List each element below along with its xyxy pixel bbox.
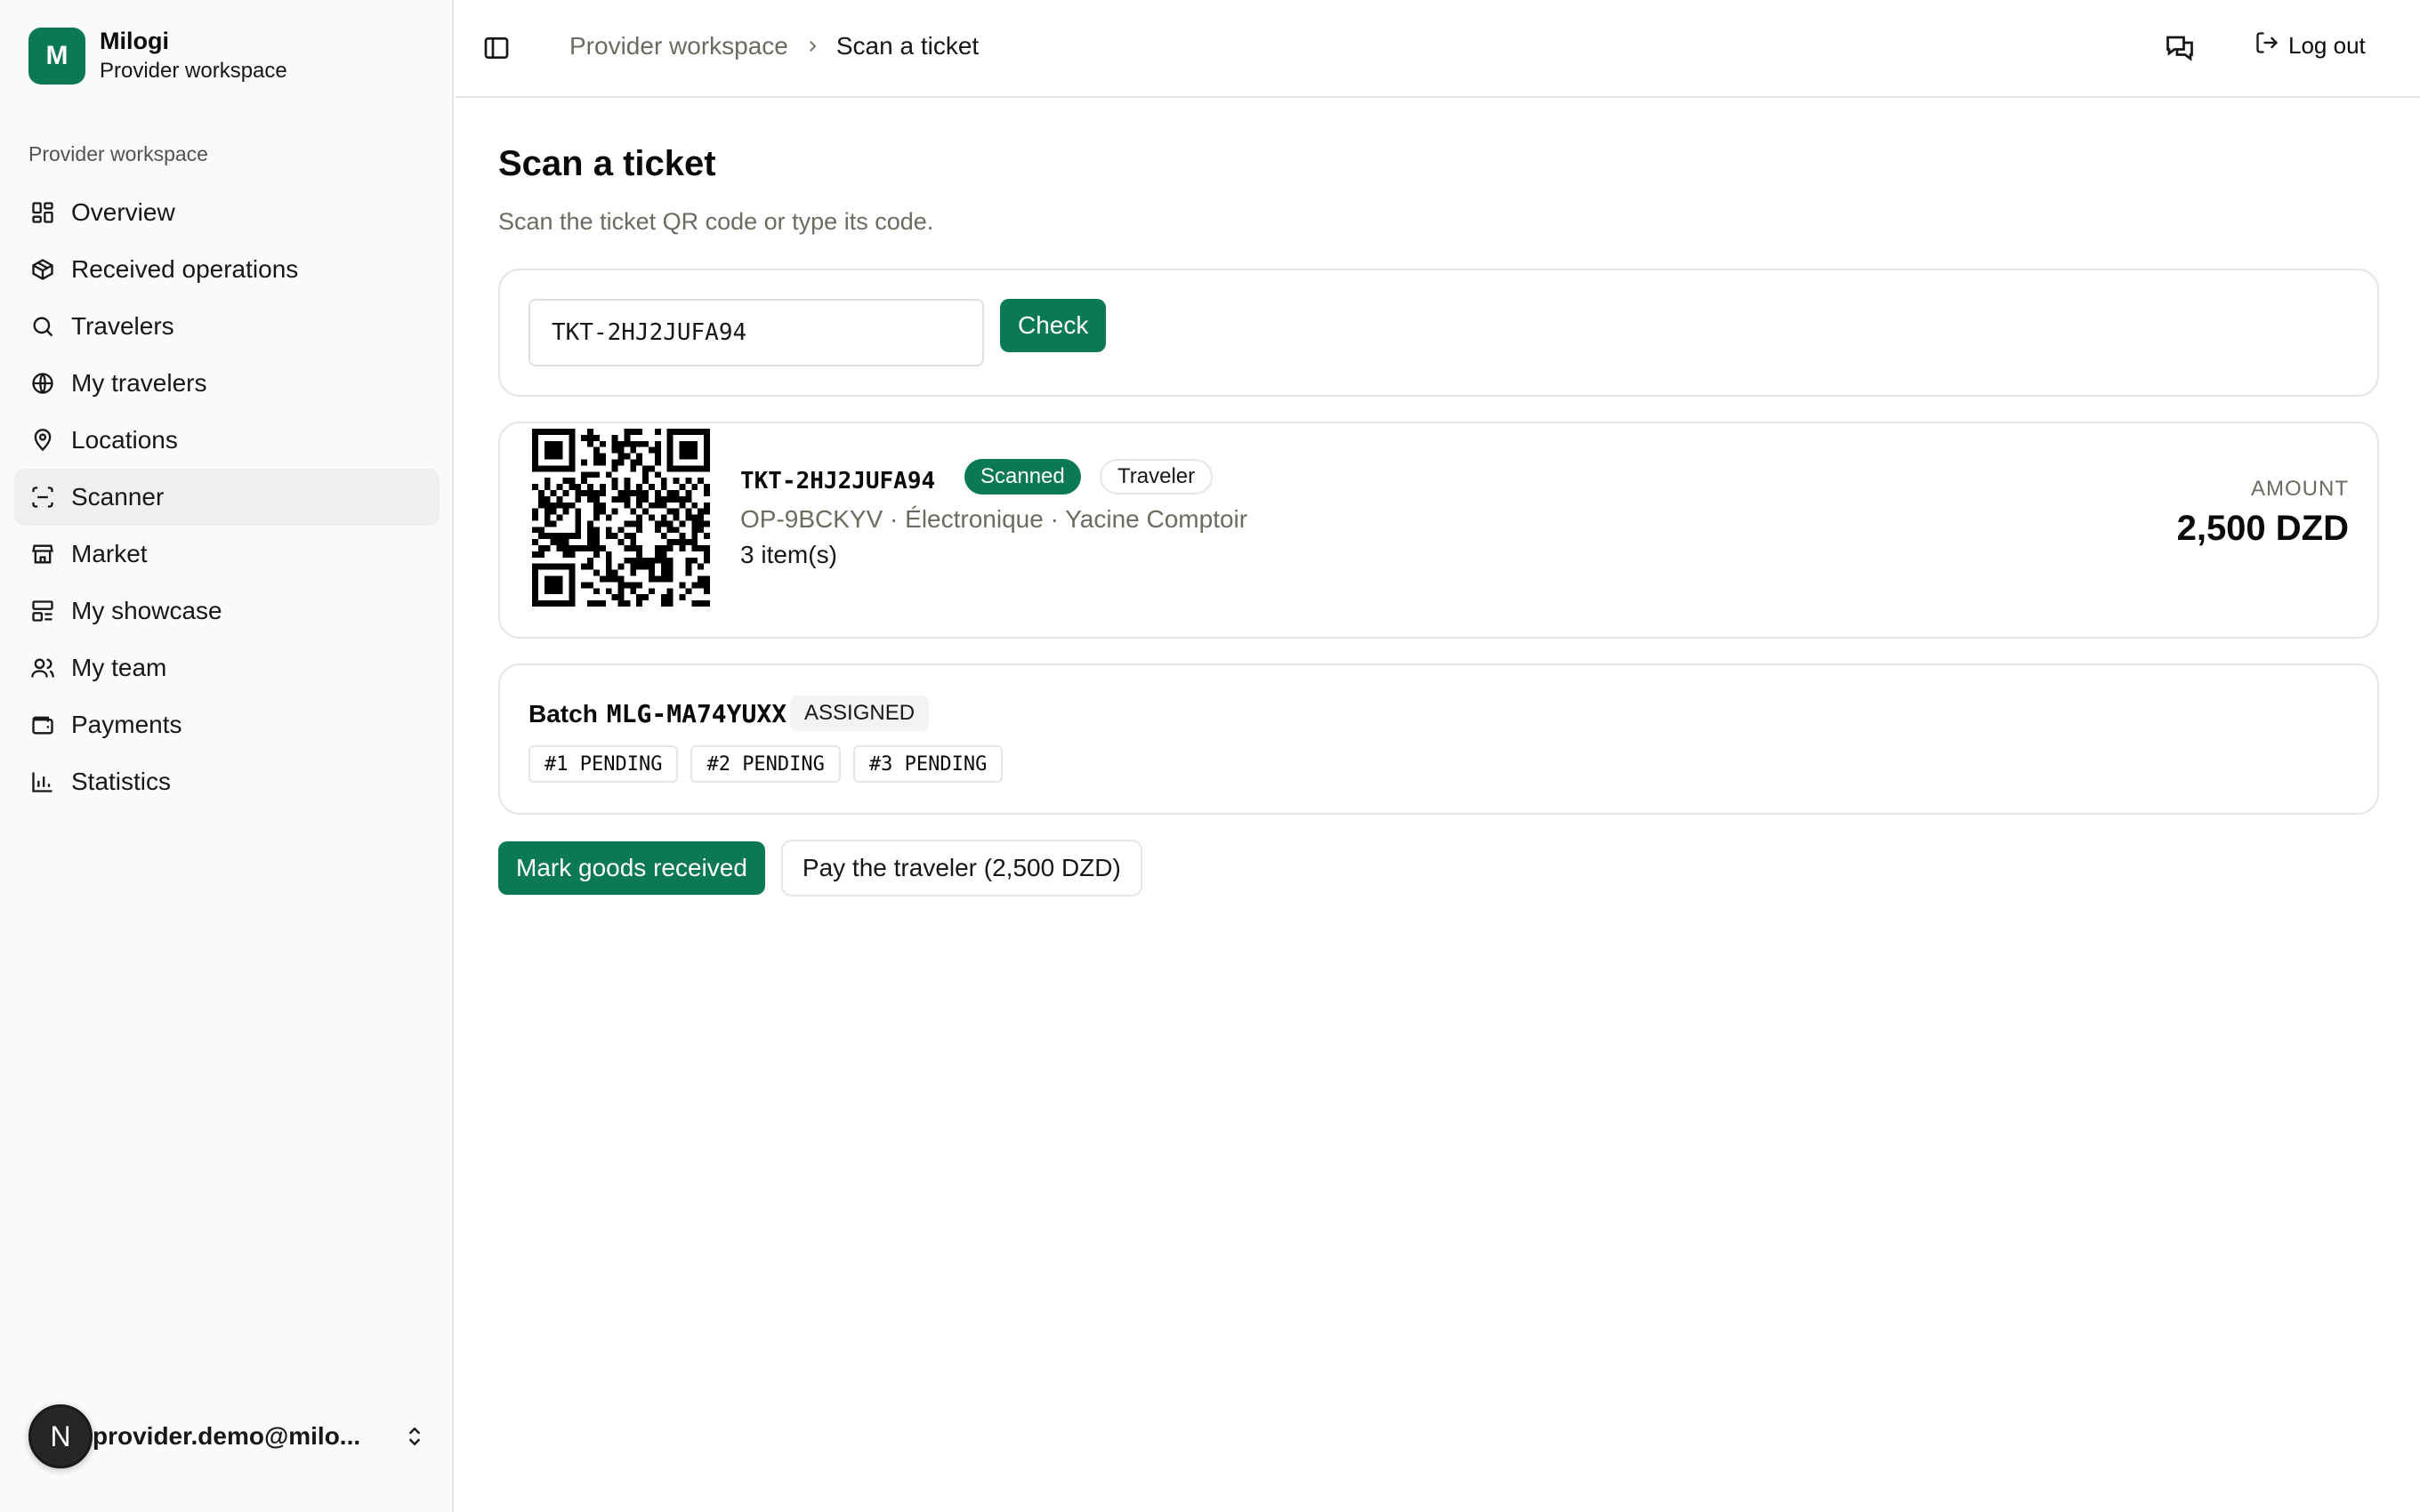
sidebar-item-received-operations[interactable]: Received operations bbox=[14, 241, 440, 298]
sidebar-item-overview[interactable]: Overview bbox=[14, 184, 440, 241]
breadcrumb-link[interactable]: Provider workspace bbox=[569, 32, 788, 60]
layout-icon bbox=[28, 597, 57, 625]
sidebar-item-locations[interactable]: Locations bbox=[14, 412, 440, 469]
wallet-icon bbox=[28, 711, 57, 739]
amount-label: AMOUNT bbox=[2251, 477, 2349, 501]
type-badge: Traveler bbox=[1100, 459, 1214, 495]
ticket-actions: Mark goods received Pay the traveler (2,… bbox=[498, 840, 1142, 897]
user-email: provider.demo@milo... bbox=[93, 1422, 361, 1450]
sidebar-item-statistics[interactable]: Statistics bbox=[14, 753, 440, 810]
store-icon bbox=[28, 540, 57, 568]
sidebar-item-label: Travelers bbox=[71, 312, 174, 340]
logout-button[interactable]: Log out bbox=[2255, 30, 2366, 61]
sidebar-item-payments[interactable]: Payments bbox=[14, 696, 440, 753]
ticket-result-card: TKT-2HJ2JUFA94 Scanned Traveler OP-9BCKY… bbox=[498, 422, 2379, 639]
sidebar-item-label: My travelers bbox=[71, 369, 207, 397]
batch-title: Batch MLG-MA74YUXX bbox=[528, 699, 786, 728]
scan-icon bbox=[28, 483, 57, 511]
logout-icon bbox=[2255, 30, 2279, 61]
amount-value: 2,500 DZD bbox=[2176, 509, 2349, 548]
ticket-item-count: 3 item(s) bbox=[740, 541, 837, 568]
sidebar: M Milogi Provider workspace Provider wor… bbox=[0, 0, 454, 1512]
dashboard-icon bbox=[28, 198, 57, 227]
page-subtitle: Scan the ticket QR code or type its code… bbox=[498, 208, 934, 235]
sidebar-item-label: Locations bbox=[71, 426, 178, 454]
bar-chart-icon bbox=[28, 768, 57, 796]
logout-label: Log out bbox=[2288, 32, 2366, 59]
sidebar-item-label: My showcase bbox=[71, 597, 222, 624]
check-button[interactable]: Check bbox=[1000, 299, 1107, 352]
sidebar-item-label: Scanner bbox=[71, 483, 165, 511]
piece-badge: #1 PENDING bbox=[528, 745, 679, 783]
app-logo: M bbox=[28, 28, 85, 84]
sidebar-item-label: Payments bbox=[71, 711, 182, 738]
pay-traveler-button[interactable]: Pay the traveler (2,500 DZD) bbox=[780, 840, 1142, 897]
sidebar-toggle-icon[interactable] bbox=[482, 34, 514, 66]
brand[interactable]: M Milogi Provider workspace bbox=[28, 27, 287, 85]
batch-pieces: #1 PENDING #2 PENDING #3 PENDING bbox=[528, 745, 1015, 783]
ticket-meta: OP-9BCKYV · Électronique · Yacine Compto… bbox=[740, 505, 1248, 533]
mark-goods-received-button[interactable]: Mark goods received bbox=[498, 841, 765, 895]
page-title: Scan a ticket bbox=[498, 144, 716, 183]
package-icon bbox=[28, 255, 57, 284]
sidebar-item-scanner[interactable]: Scanner bbox=[14, 469, 440, 526]
piece-badge: #3 PENDING bbox=[852, 745, 1004, 783]
app-subtitle: Provider workspace bbox=[100, 59, 287, 83]
sidebar-item-travelers[interactable]: Travelers bbox=[14, 298, 440, 355]
messages-icon[interactable] bbox=[2164, 32, 2199, 68]
sidebar-item-label: Market bbox=[71, 540, 148, 567]
breadcrumb: Provider workspace Scan a ticket bbox=[569, 32, 979, 60]
sidebar-item-label: Statistics bbox=[71, 768, 172, 795]
users-icon bbox=[28, 654, 57, 682]
sidebar-item-my-travelers[interactable]: My travelers bbox=[14, 355, 440, 412]
batch-status-badge: ASSIGNED bbox=[790, 696, 930, 731]
app-name: Milogi bbox=[100, 28, 169, 54]
ticket-qr-code bbox=[532, 429, 710, 607]
ticket-code: TKT-2HJ2JUFA94 bbox=[740, 468, 936, 495]
breadcrumb-current: Scan a ticket bbox=[835, 32, 980, 60]
sidebar-nav: Overview Received operations Travelers M… bbox=[14, 184, 440, 810]
sidebar-item-label: Received operations bbox=[71, 255, 299, 283]
sidebar-item-my-showcase[interactable]: My showcase bbox=[14, 583, 440, 639]
avatar: N bbox=[28, 1404, 93, 1468]
chevrons-up-down-icon bbox=[400, 1422, 429, 1451]
map-pin-icon bbox=[28, 426, 57, 454]
status-badge: Scanned bbox=[964, 459, 1081, 495]
ticket-search-card: Check bbox=[498, 269, 2379, 397]
sidebar-item-my-team[interactable]: My team bbox=[14, 639, 440, 696]
chevron-right-icon bbox=[804, 38, 820, 54]
batch-code: MLG-MA74YUXX bbox=[606, 699, 787, 728]
sidebar-item-label: Overview bbox=[71, 198, 175, 226]
top-bar: Provider workspace Scan a ticket Log out bbox=[456, 0, 2420, 98]
ticket-code-input[interactable] bbox=[528, 299, 984, 366]
piece-badge: #2 PENDING bbox=[690, 745, 841, 783]
batch-card: Batch MLG-MA74YUXX ASSIGNED #1 PENDING #… bbox=[498, 664, 2379, 815]
sidebar-item-market[interactable]: Market bbox=[14, 526, 440, 583]
user-menu[interactable]: N provider.demo@milo... bbox=[28, 1404, 429, 1468]
batch-label: Batch bbox=[528, 699, 598, 728]
search-icon bbox=[28, 312, 57, 341]
globe-icon bbox=[28, 369, 57, 398]
sidebar-item-label: My team bbox=[71, 654, 167, 681]
sidebar-group-label: Provider workspace bbox=[28, 142, 208, 165]
